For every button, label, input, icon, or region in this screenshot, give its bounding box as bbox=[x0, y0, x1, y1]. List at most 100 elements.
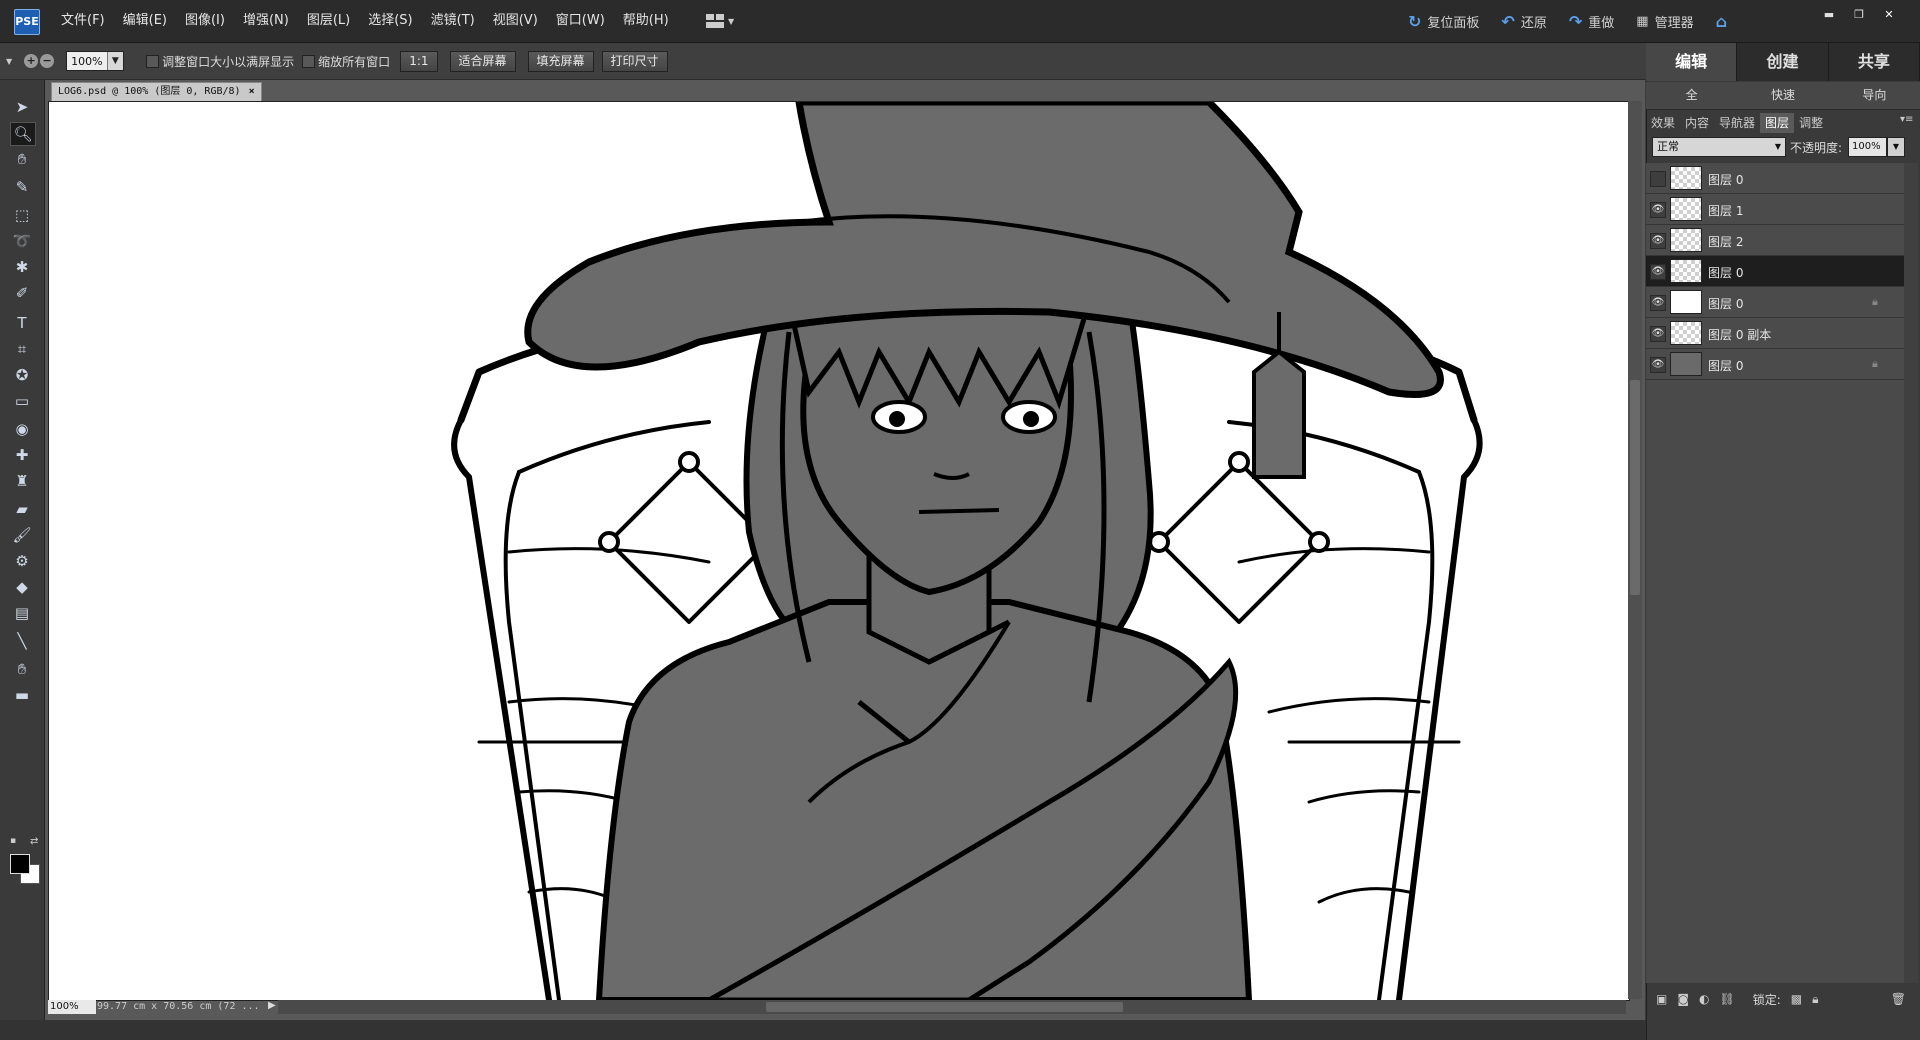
status-menu-arrow-icon[interactable]: ▶ bbox=[268, 1000, 276, 1011]
layer-row[interactable]: 👁︎ 图层 0 bbox=[1646, 256, 1904, 287]
layer-row[interactable]: 👁︎ 图层 0 🔒︎ bbox=[1646, 349, 1904, 380]
sponge-tool-icon[interactable]: ▬ bbox=[10, 684, 34, 706]
eye-icon[interactable]: 👁︎ bbox=[1650, 357, 1666, 373]
adjustment-layer-icon[interactable]: ◐ bbox=[1699, 992, 1709, 1006]
eye-icon[interactable]: 👁︎ bbox=[1650, 233, 1666, 249]
one-to-one-button[interactable]: 1:1 bbox=[400, 50, 438, 72]
tab-layers[interactable]: 图层 bbox=[1760, 113, 1795, 133]
zoom-in-icon[interactable]: + bbox=[24, 54, 39, 68]
redo-button[interactable]: ↷ 重做 bbox=[1569, 12, 1614, 31]
layer-mask-icon[interactable]: ◙ bbox=[1677, 992, 1689, 1006]
tab-share[interactable]: 共享 bbox=[1829, 43, 1920, 81]
tab-adjustments[interactable]: 调整 bbox=[1794, 113, 1828, 133]
menu-file[interactable]: 文件(F) bbox=[52, 0, 114, 42]
visibility-empty-icon[interactable]: · bbox=[1650, 171, 1666, 187]
undo-button[interactable]: ↶ 还原 bbox=[1501, 12, 1546, 31]
tab-effects[interactable]: 效果 bbox=[1646, 113, 1680, 133]
zoom-level-combo[interactable]: 100% ▼ bbox=[66, 51, 125, 71]
zoom-all-checkbox[interactable]: 缩放所有窗口 bbox=[302, 53, 390, 70]
marquee-tool-icon[interactable]: ⬚ bbox=[10, 204, 34, 226]
default-colors-icon[interactable]: ▪ bbox=[10, 836, 16, 846]
restore-icon[interactable]: ❐ bbox=[1848, 6, 1870, 24]
gradient-tool-icon[interactable]: ▤ bbox=[10, 602, 34, 624]
layer-row[interactable]: 👁︎ 图层 1 bbox=[1646, 194, 1904, 225]
lock-transparency-icon[interactable]: ▩ bbox=[1791, 992, 1802, 1006]
layer-row[interactable]: · 图层 0 bbox=[1646, 163, 1904, 194]
line-tool-icon[interactable]: ╲ bbox=[10, 630, 34, 652]
minimize-icon[interactable]: ▬ bbox=[1818, 6, 1840, 24]
paint-bucket-tool-icon[interactable]: ◆ bbox=[10, 576, 34, 598]
move-tool-icon[interactable]: ➤ bbox=[10, 96, 34, 118]
type-tool-icon[interactable]: T bbox=[10, 312, 34, 334]
menu-view[interactable]: 视图(V) bbox=[484, 0, 547, 42]
menu-window[interactable]: 窗口(W) bbox=[547, 0, 614, 42]
blur-tool-icon[interactable]: ✋︎ bbox=[10, 658, 34, 680]
brush-tool-icon[interactable]: 🖌︎ bbox=[10, 524, 34, 546]
straighten-tool-icon[interactable]: ▭ bbox=[10, 390, 34, 412]
resize-windows-checkbox[interactable]: 调整窗口大小以满屏显示 bbox=[146, 53, 294, 70]
menu-help[interactable]: 帮助(H) bbox=[614, 0, 678, 42]
tab-quick[interactable]: 快速 bbox=[1737, 82, 1828, 109]
quick-selection-tool-icon[interactable]: ✐ bbox=[10, 282, 34, 304]
lock-all-icon[interactable]: 🔒︎ bbox=[1812, 992, 1818, 1007]
home-button[interactable]: ⌂ bbox=[1716, 12, 1727, 31]
crop-tool-icon[interactable]: ⌗ bbox=[10, 338, 34, 360]
swap-colors-icon[interactable]: ⇄ bbox=[30, 836, 38, 847]
tab-edit[interactable]: 编辑 bbox=[1646, 43, 1738, 81]
opacity-input[interactable]: 100% bbox=[1848, 137, 1887, 157]
layer-row[interactable]: 👁︎ 图层 0 副本 bbox=[1646, 318, 1904, 349]
layers-scrollbar[interactable] bbox=[1904, 163, 1918, 983]
cookie-cutter-tool-icon[interactable]: ✪ bbox=[10, 364, 34, 386]
eye-icon[interactable]: 👁︎ bbox=[1650, 295, 1666, 311]
lasso-tool-icon[interactable]: ➰ bbox=[10, 230, 34, 252]
close-tab-icon[interactable]: × bbox=[249, 86, 255, 97]
foreground-color-swatch[interactable] bbox=[10, 854, 30, 874]
opacity-dropdown-icon[interactable]: ▼ bbox=[1887, 137, 1905, 157]
eyedropper-tool-icon[interactable]: ✎ bbox=[10, 176, 34, 198]
tab-create[interactable]: 创建 bbox=[1737, 43, 1829, 81]
eraser-tool-icon[interactable]: ▰ bbox=[10, 498, 34, 520]
horizontal-scroll-thumb[interactable] bbox=[766, 1002, 1123, 1012]
blend-mode-select[interactable]: 正常 ▼ bbox=[1652, 137, 1786, 157]
hand-tool-icon[interactable]: ✋︎ bbox=[10, 148, 34, 170]
organizer-button[interactable]: ▦ 管理器 bbox=[1636, 12, 1693, 31]
reset-panels-button[interactable]: ↻ 复位面板 bbox=[1408, 12, 1479, 31]
image-canvas[interactable] bbox=[48, 101, 1630, 1001]
menu-edit[interactable]: 编辑(E) bbox=[114, 0, 176, 42]
menu-image[interactable]: 图像(I) bbox=[176, 0, 234, 42]
layout-switch-button[interactable]: ▼ bbox=[706, 10, 746, 32]
menu-filter[interactable]: 滤镜(T) bbox=[422, 0, 484, 42]
eye-icon[interactable]: 👁︎ bbox=[1650, 264, 1666, 280]
zoom-tool-icon[interactable]: 🔍︎ bbox=[10, 122, 36, 146]
tab-guided[interactable]: 导向 bbox=[1829, 82, 1920, 109]
new-layer-icon[interactable]: ▣ bbox=[1656, 992, 1667, 1006]
layer-row[interactable]: 👁︎ 图层 0 🔒︎ bbox=[1646, 287, 1904, 318]
menu-select[interactable]: 选择(S) bbox=[359, 0, 421, 42]
eye-icon[interactable]: 👁︎ bbox=[1650, 202, 1666, 218]
layer-row[interactable]: 👁︎ 图层 2 bbox=[1646, 225, 1904, 256]
tab-content[interactable]: 内容 bbox=[1680, 113, 1714, 133]
status-zoom-field[interactable]: 100% bbox=[48, 1000, 96, 1014]
tab-full[interactable]: 全 bbox=[1646, 82, 1737, 109]
close-icon[interactable]: ✕ bbox=[1878, 6, 1900, 24]
fill-screen-button[interactable]: 填充屏幕 bbox=[527, 50, 594, 72]
panel-menu-icon[interactable]: ▾≡ bbox=[1900, 114, 1913, 125]
link-layers-icon[interactable]: ⛓︎ bbox=[1719, 992, 1734, 1006]
menu-enhance[interactable]: 增强(N) bbox=[234, 0, 298, 42]
magic-wand-tool-icon[interactable]: ✱ bbox=[10, 256, 34, 278]
document-tab[interactable]: LOG6.psd @ 100% (图层 0, RGB/8) × bbox=[51, 82, 262, 102]
delete-layer-icon[interactable]: 🗑︎ bbox=[1891, 992, 1906, 1006]
vertical-scroll-thumb[interactable] bbox=[1630, 380, 1640, 595]
tab-navigator[interactable]: 导航器 bbox=[1714, 113, 1760, 133]
healing-brush-tool-icon[interactable]: ✚ bbox=[10, 444, 34, 466]
app-logo[interactable]: PSE bbox=[14, 9, 40, 35]
smart-brush-tool-icon[interactable]: ⚙︎ bbox=[10, 550, 34, 572]
zoom-out-icon[interactable]: − bbox=[40, 54, 55, 68]
red-eye-tool-icon[interactable]: ◉ bbox=[10, 418, 34, 440]
print-size-button[interactable]: 打印尺寸 bbox=[601, 50, 668, 72]
eye-icon[interactable]: 👁︎ bbox=[1650, 326, 1666, 342]
menu-layer[interactable]: 图层(L) bbox=[298, 0, 359, 42]
clone-stamp-tool-icon[interactable]: ♜ bbox=[10, 470, 34, 492]
tool-preset-icon[interactable]: ▼ bbox=[6, 57, 12, 66]
fit-screen-button[interactable]: 适合屏幕 bbox=[449, 50, 516, 72]
